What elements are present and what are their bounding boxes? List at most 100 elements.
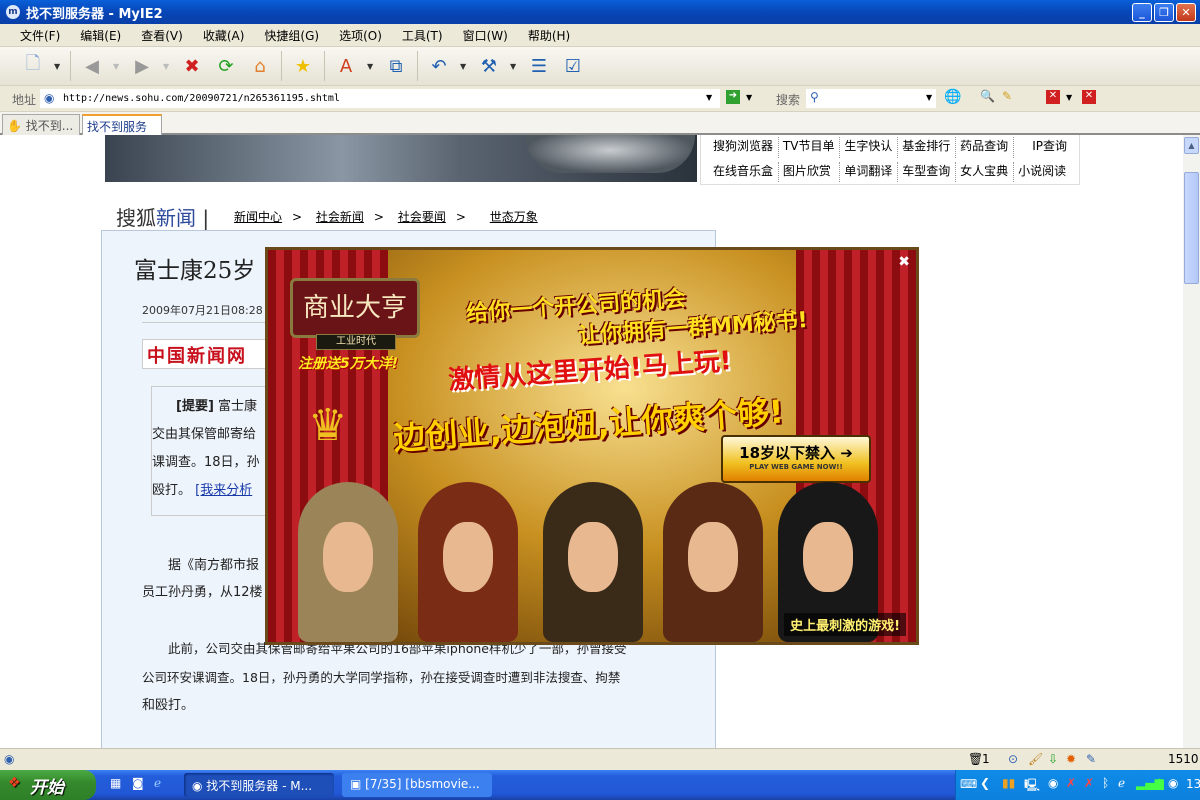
hand-icon: ✋ bbox=[7, 119, 22, 133]
refresh-icon[interactable]: ⟳ bbox=[213, 53, 239, 79]
go-dropdown[interactable]: ▼ bbox=[746, 93, 752, 102]
tab-2-active[interactable]: 找不到服务器 bbox=[82, 114, 162, 151]
banner-image[interactable] bbox=[105, 135, 697, 182]
back-icon[interactable]: ◀ bbox=[79, 53, 105, 79]
tools-icon[interactable]: ⚒ bbox=[476, 53, 502, 79]
quick-link[interactable]: 小说阅读 bbox=[1014, 162, 1071, 183]
task-kmplayer[interactable]: ▣ [7/35] [bbsmovie... bbox=[342, 773, 492, 797]
start-button[interactable]: ❖ 开始 bbox=[0, 770, 96, 800]
new-page-icon[interactable]: 🗋 bbox=[20, 53, 46, 79]
wireless-icon[interactable]: 🖳 bbox=[1024, 776, 1040, 797]
quick-link[interactable]: 药品查询 bbox=[956, 137, 1015, 158]
find-page-icon[interactable]: 🔍 bbox=[980, 89, 995, 103]
analysis-link[interactable]: [我来分析 bbox=[195, 483, 252, 498]
crumb-world[interactable]: 世态万象 bbox=[490, 210, 538, 224]
undo-close-icon[interactable]: ↶ bbox=[426, 53, 452, 79]
menu-favorites[interactable]: 收藏(A) bbox=[203, 27, 245, 44]
quick-link[interactable]: 搜狗浏览器 bbox=[709, 137, 779, 158]
menu-view[interactable]: 查看(V) bbox=[141, 27, 183, 44]
tab-1[interactable]: ✋ 找不到... bbox=[2, 114, 80, 135]
globe-icon[interactable]: 🌐 bbox=[944, 89, 961, 105]
restore-button[interactable]: ❐ bbox=[1154, 3, 1174, 22]
quick-link[interactable]: 在线音乐盒 bbox=[709, 161, 779, 182]
menu-window[interactable]: 窗口(W) bbox=[463, 27, 508, 44]
tray-collapse-icon[interactable]: ❮ bbox=[980, 776, 990, 790]
ad-close-icon[interactable]: ✖ bbox=[898, 254, 910, 270]
quicklaunch-desktop-icon[interactable]: ▦ bbox=[110, 776, 121, 790]
search-dropdown[interactable]: ▼ bbox=[926, 93, 932, 102]
crumb-social-news[interactable]: 社会新闻 bbox=[316, 210, 364, 224]
undo-dropdown[interactable]: ▼ bbox=[460, 62, 468, 71]
crumb-social-headlines[interactable]: 社会要闻 bbox=[398, 210, 446, 224]
close-dropdown[interactable]: ▼ bbox=[1066, 93, 1072, 102]
crumb-news-center[interactable]: 新闻中心 bbox=[234, 210, 282, 224]
volume-icon[interactable]: ◉ bbox=[1168, 776, 1178, 790]
search-input[interactable] bbox=[806, 89, 936, 108]
menu-options[interactable]: 选项(O) bbox=[339, 27, 382, 44]
quick-link[interactable]: 单词翻译 bbox=[840, 161, 899, 182]
home-icon[interactable]: ⌂ bbox=[247, 53, 273, 79]
quick-link[interactable]: 车型查询 bbox=[898, 161, 957, 182]
back-dropdown[interactable]: ▼ bbox=[113, 62, 121, 71]
close-tab-icon[interactable]: ✕ bbox=[1046, 90, 1060, 104]
stop-icon[interactable]: ✖ bbox=[179, 53, 205, 79]
new-dropdown[interactable]: ▼ bbox=[54, 62, 62, 71]
menu-file[interactable]: 文件(F) bbox=[20, 27, 60, 44]
menu-edit[interactable]: 编辑(E) bbox=[80, 27, 121, 44]
menu-tools[interactable]: 工具(T) bbox=[402, 27, 443, 44]
address-dropdown[interactable]: ▼ bbox=[706, 93, 712, 102]
umbrella-icon[interactable]: ☂ bbox=[1154, 776, 1165, 790]
scroll-thumb[interactable] bbox=[1184, 172, 1199, 284]
paragraph: 和殴打。 bbox=[142, 698, 195, 713]
page-icon: ◉ bbox=[44, 91, 55, 105]
forward-icon[interactable]: ▶ bbox=[129, 53, 155, 79]
quick-link[interactable]: 基金排行 bbox=[898, 137, 957, 158]
close-all-icon[interactable]: ✕ bbox=[1082, 90, 1096, 104]
burst-icon[interactable]: ✹ bbox=[1066, 752, 1076, 766]
quicklaunch-ie-icon[interactable]: ℯ bbox=[154, 776, 161, 790]
link-icon[interactable]: ⊙ bbox=[1008, 752, 1018, 766]
quick-link[interactable]: 图片欣赏 bbox=[779, 161, 841, 182]
menu-groups[interactable]: 快捷组(G) bbox=[264, 27, 319, 44]
translate-icon[interactable]: A bbox=[333, 53, 359, 79]
sohu-news-logo[interactable]: 搜狐新闻 | bbox=[116, 202, 209, 231]
start-label: 开始 bbox=[30, 778, 64, 798]
trash-icon[interactable]: 🗑 bbox=[968, 752, 983, 766]
keyboard-icon[interactable]: ⌨ bbox=[960, 777, 977, 791]
quick-link[interactable]: IP查询 bbox=[1014, 137, 1071, 158]
clock[interactable]: 13:00 bbox=[1186, 777, 1200, 791]
ad-play-button[interactable]: 18岁以下禁入 ➔ PLAY WEB GAME NOW!! bbox=[721, 435, 871, 483]
forward-dropdown[interactable]: ▼ bbox=[163, 62, 171, 71]
quick-link[interactable]: 生字快认 bbox=[840, 137, 899, 158]
list-view-icon[interactable]: ☰ bbox=[526, 53, 552, 79]
quick-link[interactable]: TV节目单 bbox=[779, 137, 841, 158]
source-logo[interactable]: 中国新闻网 bbox=[142, 339, 272, 369]
quicklaunch-app-icon[interactable]: ◙ bbox=[132, 776, 144, 790]
bluetooth-icon[interactable]: ᛒ bbox=[1102, 776, 1109, 790]
logo-text: 搜狐 bbox=[116, 206, 156, 230]
close-button[interactable]: ✕ bbox=[1176, 3, 1196, 22]
highlight-icon[interactable]: ✎ bbox=[1002, 89, 1012, 103]
address-input[interactable]: http://news.sohu.com/20090721/n265361195… bbox=[40, 89, 720, 108]
note-icon[interactable]: ✎ bbox=[1086, 752, 1096, 766]
translate-dropdown[interactable]: ▼ bbox=[367, 62, 375, 71]
task-myie2[interactable]: ◉ 找不到服务器 - M... bbox=[184, 773, 334, 797]
edit-check-icon[interactable]: ☑ bbox=[560, 53, 586, 79]
go-icon[interactable]: ➜ bbox=[726, 90, 740, 104]
open-window-icon[interactable]: ⧉ bbox=[383, 53, 409, 79]
menu-help[interactable]: 帮助(H) bbox=[528, 27, 570, 44]
favorites-star-icon[interactable]: ★ bbox=[290, 53, 316, 79]
tools-dropdown[interactable]: ▼ bbox=[510, 62, 518, 71]
popup-ad[interactable]: 商业大亨 工业时代 注册送5万大洋! 给你一个开公司的机会 让你拥有一群MM秘书… bbox=[265, 247, 919, 645]
brush-icon[interactable]: 🖌 bbox=[1028, 752, 1043, 766]
myie-tray-icon[interactable]: ◉ bbox=[1048, 776, 1058, 790]
download-icon[interactable]: ⇩ bbox=[1048, 752, 1058, 766]
minimize-button[interactable]: _ bbox=[1132, 3, 1152, 22]
network-disconnected-icon-2[interactable]: ✗ bbox=[1084, 776, 1094, 790]
network-disconnected-icon[interactable]: ✗ bbox=[1066, 776, 1076, 790]
scroll-up-button[interactable]: ▲ bbox=[1184, 137, 1199, 154]
tray-app-icon[interactable]: ▮▮ bbox=[1002, 776, 1015, 790]
quick-link[interactable]: 女人宝典 bbox=[956, 161, 1015, 182]
ie-tray-icon[interactable]: ℯ bbox=[1118, 776, 1125, 790]
tab-bar: ✋ 找不到... 找不到服务器 bbox=[0, 112, 1200, 151]
